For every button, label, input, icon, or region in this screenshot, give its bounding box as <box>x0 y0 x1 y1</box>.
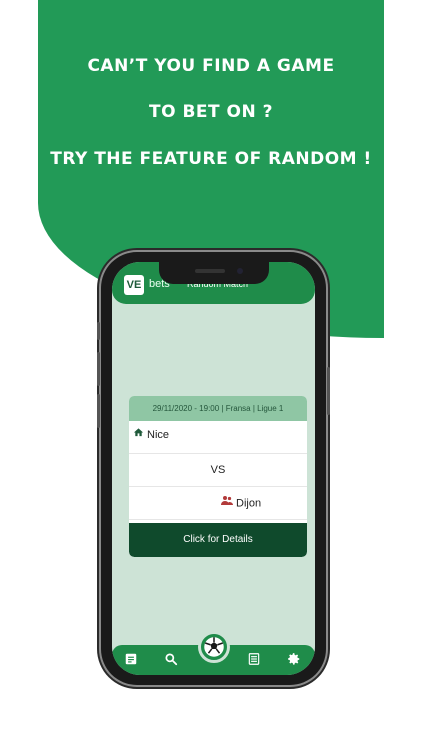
match-info-header: 29/11/2020 - 19:00 | Fransa | Ligue 1 <box>129 396 307 421</box>
home-team-row: Nice <box>129 421 307 454</box>
home-icon <box>133 421 144 449</box>
versus-row: VS <box>129 454 307 487</box>
away-team-row: Dijon <box>129 487 307 520</box>
volume-up-button <box>97 352 100 386</box>
click-for-details-button[interactable]: Click for Details <box>129 523 307 557</box>
versus-label: VS <box>210 464 226 476</box>
bottom-navigation <box>112 631 315 675</box>
phone-screen: VE bets Random Match 29/11/2020 - 19:00 … <box>112 262 315 675</box>
away-team-icon <box>221 487 233 520</box>
volume-down-button <box>97 394 100 428</box>
home-team-name: Nice <box>147 429 170 441</box>
promo-headline-1: CAN’T YOU FIND A GAME <box>87 56 335 76</box>
front-camera <box>236 268 243 274</box>
nav-gear-icon[interactable] <box>287 652 303 668</box>
power-button <box>327 367 330 415</box>
phone-notch <box>158 262 269 284</box>
nav-list-icon[interactable] <box>247 652 263 668</box>
nav-soccer-ball-icon[interactable] <box>198 631 230 663</box>
promo-headline-3: TRY THE FEATURE OF RANDOM ! <box>50 149 372 169</box>
random-match-card: 29/11/2020 - 19:00 | Fransa | Ligue 1 Ni… <box>129 396 307 557</box>
speaker-grille <box>194 269 225 273</box>
mute-switch <box>97 322 100 340</box>
nav-document-icon[interactable] <box>124 652 140 668</box>
nav-search-icon[interactable] <box>164 652 180 668</box>
away-team-name: Dijon <box>236 497 262 510</box>
phone-mockup: VE bets Random Match 29/11/2020 - 19:00 … <box>97 252 330 685</box>
promo-headline-2: TO BET ON ? <box>148 102 273 122</box>
app-logo: VE <box>124 275 144 295</box>
